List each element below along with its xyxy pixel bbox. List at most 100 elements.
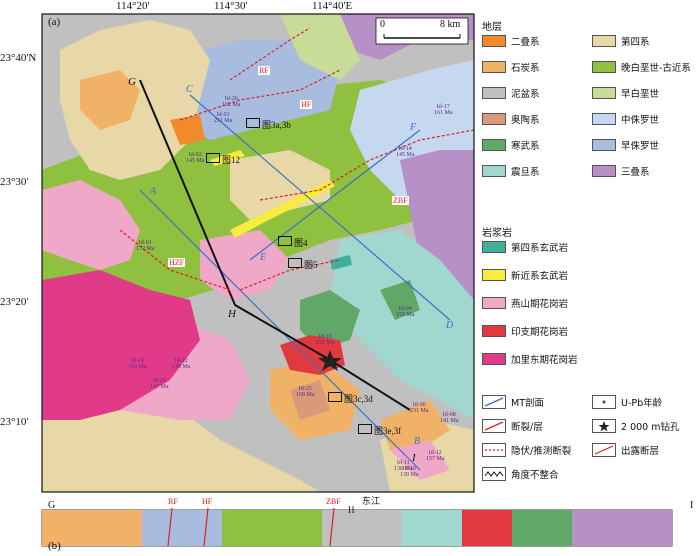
section-letter-h: H [228,308,236,320]
legend-unconformity: 角度不整合 [482,466,559,482]
legend-label: 泥盆系 [511,89,540,100]
panel-a-label: (a) [48,16,61,28]
sample-label: Id-02 145 Ma [186,152,205,164]
legend-swatch [482,35,506,47]
sample-age: 152 Ma [222,102,241,108]
legend-fault: 断裂/层 [482,418,543,434]
legend-label: 石炭系 [511,63,540,74]
legend-label: 燕山期花岗岩 [511,299,569,310]
legend-buried-fault: 隐伏/推测断裂 [482,442,571,458]
legend-swatch [482,113,506,125]
legend-label: 晚白垩世-古近系 [621,63,691,74]
lat-tick-1: 23°40'N [0,52,37,64]
legend-swatch [482,269,506,281]
sample-age: 139 Ma [400,472,419,478]
legend-swatch [592,35,616,47]
legend-label: 二叠系 [511,37,540,48]
legend-swatch [592,113,616,125]
lon-tick-2: 114°30' [214,0,248,12]
legend-label: 加里东期花岗岩 [511,355,578,366]
legend-label: 中侏罗世 [621,115,660,126]
fault-rf: RF [258,66,270,75]
sample-age: 231 Ma [410,408,429,414]
section-letter-b: B [414,436,421,447]
legend-strata-title: 地层 [482,22,502,33]
fig-box-4: 图4 [278,236,308,249]
sample-age: 141 Ma [440,418,459,424]
lon-tick-1: 114°20' [116,0,150,12]
section-letter-c: C [186,84,193,95]
sample-age: 140 Ma [172,364,191,370]
lat-tick-2: 23°30' [0,176,29,188]
legend-strata-item: 早侏罗世 [592,138,659,152]
legend-strata-item: 泥盆系 [482,86,540,100]
legend-strata-item: 晚白垩世-古近系 [592,60,691,74]
section-letter-g: G [128,76,136,88]
sb-fault-rf: RF [168,497,178,506]
legend-label: 第四系玄武岩 [511,243,569,254]
sb-green [222,510,322,546]
legend-upb: U-Pb年龄 [592,394,662,410]
sample-age: 145 Ma [186,158,205,164]
legend-swatch [482,87,506,99]
sample-age: 157 Ma [426,456,445,462]
legend-label: 三叠系 [621,167,650,178]
sb-label-g: G [48,500,56,511]
section-letter-d: D [446,320,454,331]
section-letter-e: E [260,252,267,263]
sample-label: Id-12 157 Ma [426,450,445,462]
legend-swatch [592,165,616,177]
legend-mt: MT剖面 [482,394,544,410]
legend-swatch [592,87,616,99]
fig-box-3ef: 图3e,3f [358,424,401,437]
sample-age: 232 Ma [316,340,335,346]
sb-label-river: 东江 [362,496,381,506]
section-letter-i: I [412,452,416,464]
sample-label: Id-25 169 Ma [296,386,315,398]
sample-label: Id-14 145 Ma [396,146,415,158]
legend-swatch [482,297,506,309]
sample-label: Id-24 143 Ma [128,358,147,370]
fig-box-12: 图12 [206,153,240,166]
legend-magmatic-item: 燕山期花岗岩 [482,296,568,310]
fig-box-3cd: 图3c,3d [328,392,373,405]
legend-label: 早白垩世 [621,89,660,100]
sb-indosinian [462,510,512,546]
legend-swatch [482,165,506,177]
sb-triassic [572,510,672,546]
legend-swatch [482,241,506,253]
fig-box-5: 图5 [288,258,318,271]
sample-label: Id-08 141 Ma [440,412,459,424]
legend-strata-item: 石炭系 [482,60,540,74]
legend-swatch [482,353,506,365]
legend-magmatic-item: 印支期花岗岩 [482,324,568,338]
legend-drill: 2 000 m钻孔 [592,418,679,434]
sample-age: 169 Ma [296,392,315,398]
legend-swatch [482,139,506,151]
legend-label: 早侏罗世 [621,141,660,152]
sb-fault-hf: HF [202,497,213,506]
legend-strata-item: 寒武系 [482,138,540,152]
legend-label: 印支期花岗岩 [511,327,569,338]
sample-age: 143 Ma [128,364,147,370]
sample-label: Id-26 152 Ma [222,96,241,108]
fault-hzf: HZF [168,258,186,267]
legend-magmatic-item: 新近系玄武岩 [482,268,568,282]
section-letter-f: F [410,122,417,133]
scale-zero: 0 [380,19,385,30]
sample-age: 147 Ma [150,384,169,390]
sb-jur [142,510,222,546]
sample-label: Id-17 161 Ma [434,104,453,116]
fault-hf: HF [300,100,313,109]
sample-label: Id-20 147 Ma [150,378,169,390]
geologic-map [41,13,673,547]
lat-tick-4: 23°10' [0,416,29,428]
scale-max: 8 km [440,19,461,30]
legend-magmatic-item: 加里东期花岗岩 [482,352,578,366]
legend-swatch [482,325,506,337]
lon-tick-3: 114°40'E [312,0,353,12]
legend-label: 震旦系 [511,167,540,178]
panel-b-label: (b) [48,540,61,552]
legend-swatch [592,139,616,151]
legend-swatch [592,61,616,73]
